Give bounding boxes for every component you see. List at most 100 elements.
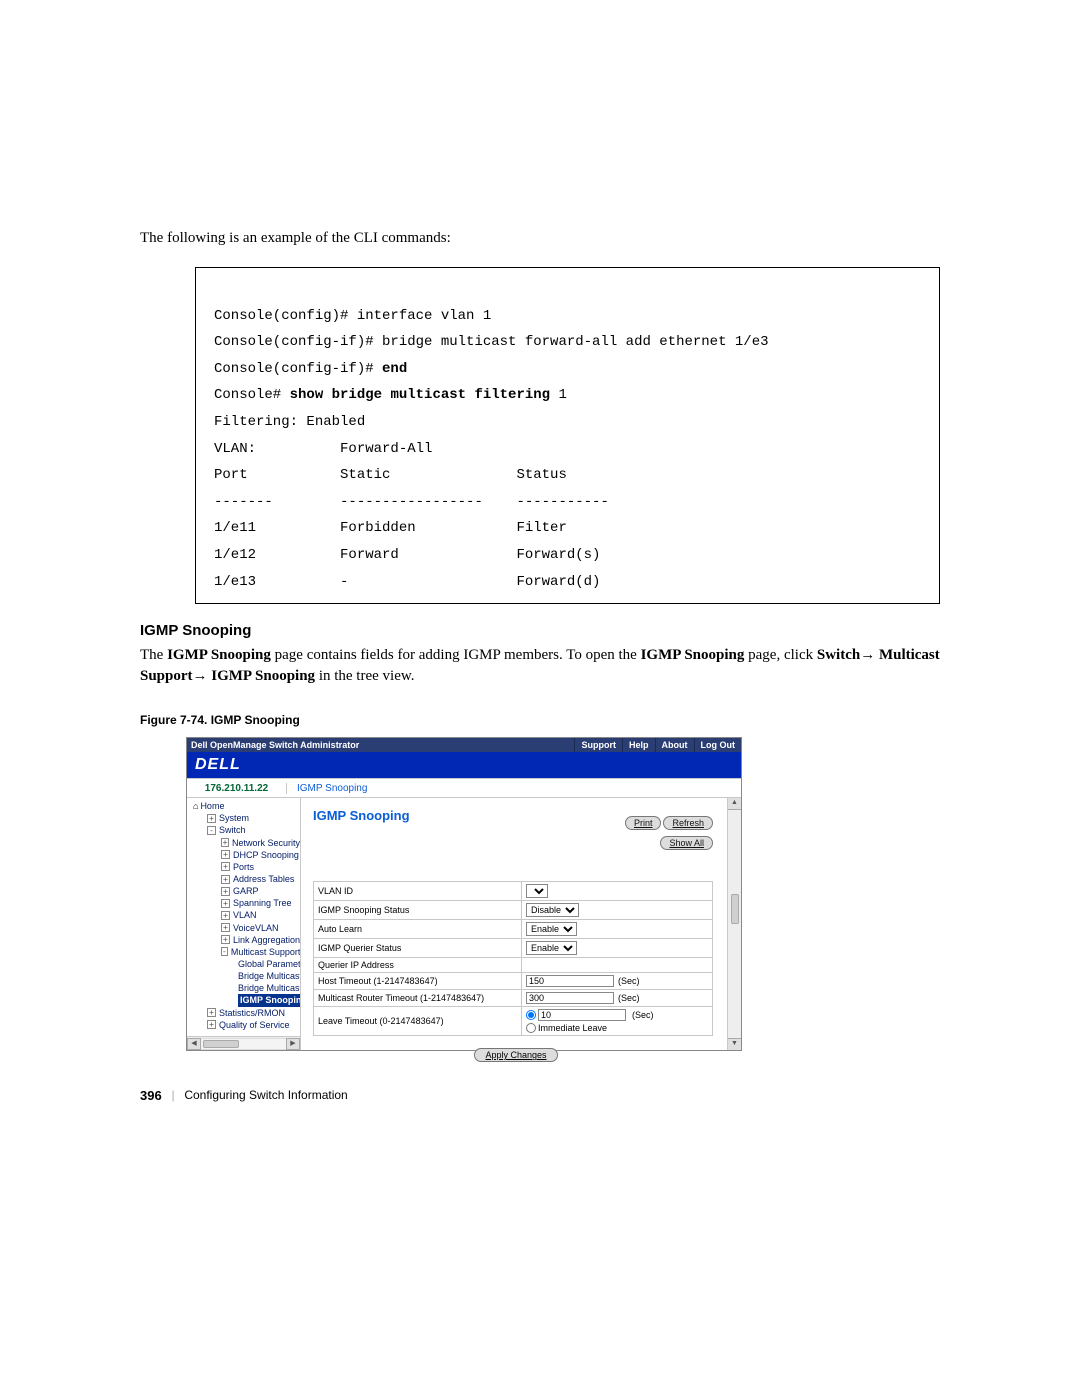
show-all-button[interactable]: Show All bbox=[660, 836, 713, 850]
dell-logo: DELL bbox=[195, 756, 241, 774]
tree-item-label: Statistics/RMON bbox=[219, 1007, 285, 1019]
page-number: 396 bbox=[140, 1088, 162, 1103]
scroll-down-icon[interactable]: ▼ bbox=[728, 1038, 741, 1050]
tree-item[interactable]: +Spanning Tree bbox=[189, 897, 300, 909]
body-paragraph: The IGMP Snooping page contains fields f… bbox=[140, 645, 940, 687]
tree-item[interactable]: Global Parameter bbox=[189, 958, 300, 970]
field-label-vlan-id: VLAN ID bbox=[314, 882, 522, 901]
navigation-tree[interactable]: ⌂Home+System-Switch+Network Security+DHC… bbox=[187, 798, 301, 1050]
leave-timeout-input[interactable] bbox=[538, 1009, 626, 1021]
cli-line: 1/e13 - Forward(d) bbox=[214, 574, 600, 590]
tree-item[interactable]: +Network Security bbox=[189, 837, 300, 849]
expand-icon[interactable]: + bbox=[221, 923, 230, 932]
tree-item[interactable]: +System bbox=[189, 812, 300, 824]
expand-icon[interactable]: + bbox=[221, 887, 230, 896]
chapter-title: Configuring Switch Information bbox=[184, 1088, 347, 1102]
tree-item[interactable]: +Quality of Service bbox=[189, 1019, 300, 1031]
tree-item[interactable]: ⌂Home bbox=[189, 800, 300, 812]
figure-caption: Figure 7-74. IGMP Snooping bbox=[140, 713, 940, 727]
expand-icon[interactable]: + bbox=[221, 838, 229, 847]
tree-item-label: Quality of Service bbox=[219, 1019, 290, 1031]
scroll-right-icon[interactable]: ▶ bbox=[286, 1038, 300, 1050]
expand-icon[interactable]: + bbox=[207, 814, 216, 823]
cli-line: 1/e11 Forbidden Filter bbox=[214, 520, 567, 536]
tree-horizontal-scrollbar[interactable]: ◀ ▶ bbox=[187, 1036, 300, 1050]
expand-icon[interactable]: + bbox=[207, 1020, 216, 1029]
refresh-button[interactable]: Refresh bbox=[663, 816, 713, 830]
tree-item-label: Ports bbox=[233, 861, 254, 873]
logo-band: DELL bbox=[187, 752, 741, 778]
logout-button[interactable]: Log Out bbox=[694, 738, 742, 752]
embedded-screenshot: Dell OpenManage Switch Administrator Sup… bbox=[186, 737, 742, 1051]
scroll-up-icon[interactable]: ▲ bbox=[728, 798, 741, 810]
tree-item-label: Global Parameter bbox=[238, 958, 301, 970]
scroll-thumb[interactable] bbox=[731, 894, 739, 924]
expand-icon[interactable]: + bbox=[221, 899, 230, 908]
field-label-snooping-status: IGMP Snooping Status bbox=[314, 901, 522, 920]
tree-item-label: VLAN bbox=[233, 909, 257, 921]
field-label-auto-learn: Auto Learn bbox=[314, 920, 522, 939]
tree-item[interactable]: +Statistics/RMON bbox=[189, 1007, 300, 1019]
scroll-left-icon[interactable]: ◀ bbox=[187, 1038, 201, 1050]
apply-changes-button[interactable]: Apply Changes bbox=[474, 1048, 557, 1062]
expand-icon[interactable]: + bbox=[221, 875, 230, 884]
window-title: Dell OpenManage Switch Administrator bbox=[187, 740, 574, 750]
tree-item[interactable]: +Link Aggregation bbox=[189, 934, 300, 946]
immediate-leave-radio[interactable] bbox=[526, 1023, 536, 1033]
tree-item[interactable]: +VoiceVLAN bbox=[189, 922, 300, 934]
tree-item[interactable]: +Ports bbox=[189, 861, 300, 873]
device-ip: 176.210.11.22 bbox=[187, 783, 287, 794]
vlan-id-select[interactable] bbox=[526, 884, 548, 898]
about-button[interactable]: About bbox=[655, 738, 694, 752]
field-label-host-timeout: Host Timeout (1-2147483647) bbox=[314, 973, 522, 990]
sec-unit: (Sec) bbox=[618, 976, 640, 986]
print-button[interactable]: Print bbox=[625, 816, 662, 830]
querier-status-select[interactable]: Enable bbox=[526, 941, 577, 955]
content-panel: ▲ ▼ IGMP Snooping Print Refresh Show All… bbox=[301, 798, 741, 1050]
tree-item[interactable]: Bridge Multicast ( bbox=[189, 970, 300, 982]
tree-item[interactable]: Bridge Multicast F bbox=[189, 982, 300, 994]
field-label-querier-status: IGMP Querier Status bbox=[314, 939, 522, 958]
tree-item-label: System bbox=[219, 812, 249, 824]
tree-item[interactable]: -Multicast Support bbox=[189, 946, 300, 958]
tree-item-label: GARP bbox=[233, 885, 259, 897]
expand-icon[interactable]: + bbox=[221, 935, 230, 944]
expand-icon[interactable]: + bbox=[221, 911, 230, 920]
scroll-thumb[interactable] bbox=[203, 1040, 239, 1048]
support-button[interactable]: Support bbox=[574, 738, 622, 752]
breadcrumb-path: IGMP Snooping bbox=[287, 783, 367, 794]
field-label-querier-ip: Querier IP Address bbox=[314, 958, 522, 973]
intro-text: The following is an example of the CLI c… bbox=[140, 230, 940, 247]
collapse-icon[interactable]: - bbox=[207, 826, 216, 835]
cli-line: Port Static Status bbox=[214, 467, 567, 483]
footer-divider: | bbox=[172, 1087, 175, 1103]
window-titlebar: Dell OpenManage Switch Administrator Sup… bbox=[187, 738, 741, 752]
sec-unit: (Sec) bbox=[618, 993, 640, 1003]
field-label-leave-timeout: Leave Timeout (0-2147483647) bbox=[314, 1007, 522, 1036]
section-heading-igmp: IGMP Snooping bbox=[140, 622, 940, 639]
tree-item[interactable]: +DHCP Snooping bbox=[189, 849, 300, 861]
immediate-leave-label: Immediate Leave bbox=[538, 1023, 607, 1033]
tree-item[interactable]: -Switch bbox=[189, 824, 300, 836]
tree-item[interactable]: IGMP Snooping bbox=[189, 994, 300, 1006]
auto-learn-select[interactable]: Enable bbox=[526, 922, 577, 936]
mrouter-timeout-input[interactable] bbox=[526, 992, 614, 1004]
cli-line: Console(config)# interface vlan 1 bbox=[214, 308, 491, 324]
tree-item-label: VoiceVLAN bbox=[233, 922, 279, 934]
tree-item[interactable]: +VLAN bbox=[189, 909, 300, 921]
help-button[interactable]: Help bbox=[622, 738, 655, 752]
cli-line: 1/e12 Forward Forward(s) bbox=[214, 547, 600, 563]
leave-timeout-value-radio[interactable] bbox=[526, 1010, 536, 1020]
tree-item-label: Address Tables bbox=[233, 873, 294, 885]
tree-item-label: Multicast Support bbox=[231, 946, 301, 958]
content-vertical-scrollbar[interactable]: ▲ ▼ bbox=[727, 798, 741, 1050]
expand-icon[interactable]: + bbox=[207, 1008, 216, 1017]
tree-item[interactable]: +GARP bbox=[189, 885, 300, 897]
expand-icon[interactable]: + bbox=[221, 862, 230, 871]
tree-item[interactable]: +Address Tables bbox=[189, 873, 300, 885]
collapse-icon[interactable]: - bbox=[221, 947, 228, 956]
snooping-status-select[interactable]: Disable bbox=[526, 903, 579, 917]
host-timeout-input[interactable] bbox=[526, 975, 614, 987]
tree-item-label: Home bbox=[200, 800, 224, 812]
expand-icon[interactable]: + bbox=[221, 850, 230, 859]
